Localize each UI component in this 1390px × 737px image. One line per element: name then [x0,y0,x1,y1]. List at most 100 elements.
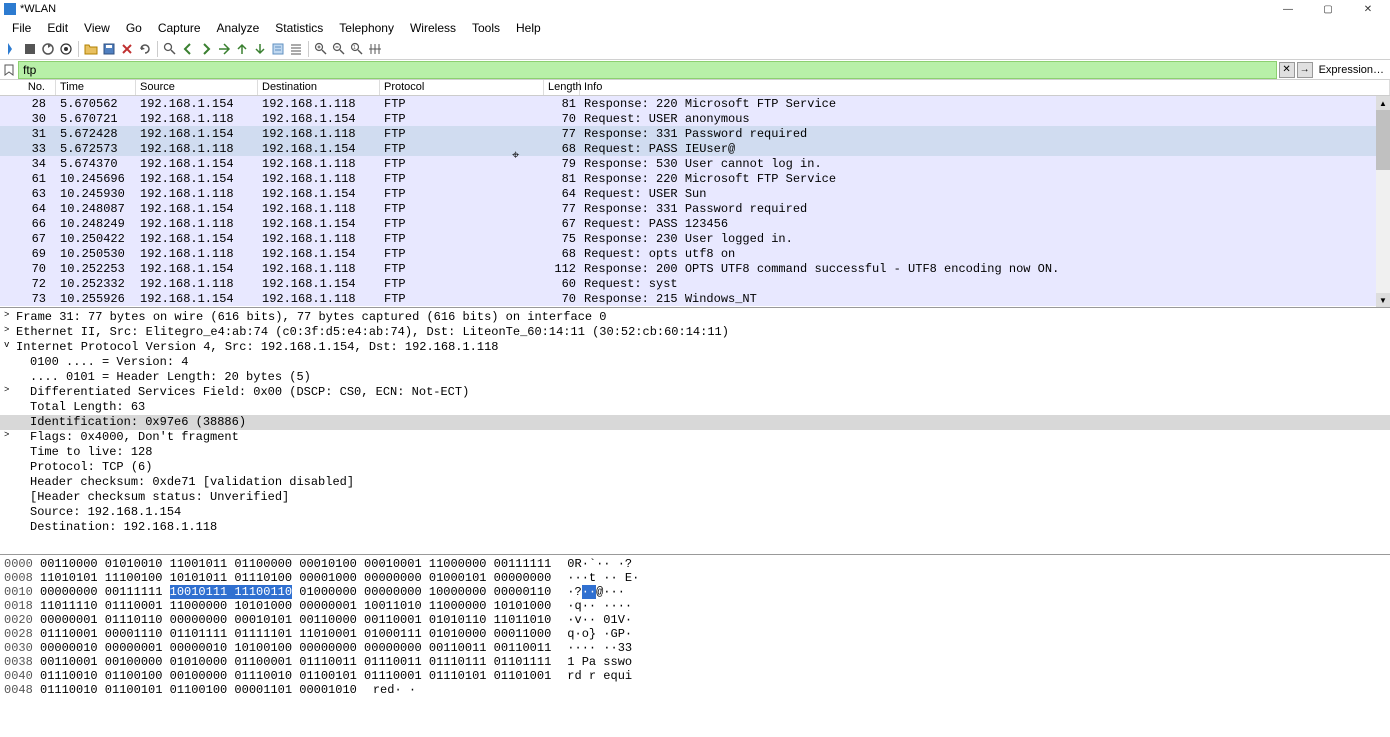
packet-bytes-pane[interactable]: 000000110000 01010010 11001011 01100000 … [0,555,1390,737]
scroll-down-icon[interactable]: ▼ [1376,293,1390,307]
col-header-destination[interactable]: Destination [258,80,380,95]
hex-row[interactable]: 000000110000 01010010 11001011 01100000 … [4,557,1386,571]
menu-wireless[interactable]: Wireless [402,19,464,37]
detail-line[interactable]: Header checksum: 0xde71 [validation disa… [0,475,1390,490]
detail-line[interactable]: Time to live: 128 [0,445,1390,460]
hex-row[interactable]: 003800110001 00100000 01010000 01100001 … [4,655,1386,669]
autoscroll-icon[interactable] [270,41,286,57]
scroll-track[interactable] [1376,170,1390,293]
tree-expander-icon[interactable]: > [4,310,9,320]
stop-capture-icon[interactable] [22,41,38,57]
packet-row[interactable]: 7010.252253192.168.1.154192.168.1.118FTP… [0,261,1390,276]
zoom-out-icon[interactable] [331,41,347,57]
menu-view[interactable]: View [76,19,118,37]
menu-edit[interactable]: Edit [39,19,76,37]
detail-line[interactable]: >Flags: 0x4000, Don't fragment [0,430,1390,445]
detail-line[interactable]: 0100 .... = Version: 4 [0,355,1390,370]
restart-capture-icon[interactable] [40,41,56,57]
packet-row[interactable]: 305.670721192.168.1.118192.168.1.154FTP7… [0,111,1390,126]
detail-line[interactable]: >Frame 31: 77 bytes on wire (616 bits), … [0,310,1390,325]
tree-expander-icon[interactable]: > [4,385,9,395]
col-header-source[interactable]: Source [136,80,258,95]
clear-filter-button[interactable]: ✕ [1279,62,1295,78]
packet-cell-dst: 192.168.1.118 [258,97,380,111]
display-filter-input[interactable] [18,61,1277,79]
menu-analyze[interactable]: Analyze [209,19,268,37]
packet-row[interactable]: 7310.255926192.168.1.154192.168.1.118FTP… [0,291,1390,306]
save-file-icon[interactable] [101,41,117,57]
tree-expander-icon[interactable]: > [4,430,9,440]
packet-row[interactable]: 6910.250530192.168.1.118192.168.1.154FTP… [0,246,1390,261]
menu-tools[interactable]: Tools [464,19,508,37]
col-header-length[interactable]: Length [544,80,580,95]
menu-go[interactable]: Go [118,19,150,37]
hex-row[interactable]: 004801110010 01100101 01100100 00001101 … [4,683,1386,697]
resize-columns-icon[interactable] [367,41,383,57]
detail-line[interactable]: vInternet Protocol Version 4, Src: 192.1… [0,340,1390,355]
col-header-time[interactable]: Time [56,80,136,95]
packet-row[interactable]: 6110.245696192.168.1.154192.168.1.118FTP… [0,171,1390,186]
hex-row[interactable]: 002000000001 01110110 00000000 00010101 … [4,613,1386,627]
separator [78,41,79,57]
detail-line[interactable]: .... 0101 = Header Length: 20 bytes (5) [0,370,1390,385]
reload-icon[interactable] [137,41,153,57]
maximize-button[interactable]: ▢ [1310,2,1346,16]
find-icon[interactable] [162,41,178,57]
packet-row[interactable]: 285.670562192.168.1.154192.168.1.118FTP8… [0,96,1390,111]
packet-list-scrollbar[interactable]: ▲ ▼ [1376,96,1390,307]
col-header-protocol[interactable]: Protocol [380,80,544,95]
hex-row[interactable]: 001811011110 01110001 11000000 10101000 … [4,599,1386,613]
packet-details-pane[interactable]: >Frame 31: 77 bytes on wire (616 bits), … [0,308,1390,555]
col-header-no[interactable]: No. [0,80,56,95]
close-button[interactable]: ✕ [1350,2,1386,16]
hex-row[interactable]: 004001110010 01100100 00100000 01110010 … [4,669,1386,683]
menu-help[interactable]: Help [508,19,549,37]
bookmark-icon[interactable] [2,63,16,77]
scroll-up-icon[interactable]: ▲ [1376,96,1390,110]
detail-line[interactable]: Destination: 192.168.1.118 [0,520,1390,535]
packet-row[interactable]: 335.672573192.168.1.118192.168.1.154FTP6… [0,141,1390,156]
expression-button[interactable]: Expression… [1313,64,1390,76]
go-first-icon[interactable] [234,41,250,57]
detail-line[interactable]: [Header checksum status: Unverified] [0,490,1390,505]
detail-line[interactable]: Identification: 0x97e6 (38886) [0,415,1390,430]
tree-expander-icon[interactable]: > [4,325,9,335]
hex-row[interactable]: 000811010101 11100100 10101011 01110100 … [4,571,1386,585]
go-to-icon[interactable] [216,41,232,57]
tree-expander-icon[interactable]: v [4,340,9,350]
col-header-info[interactable]: Info [580,80,1390,95]
packet-row[interactable]: 6310.245930192.168.1.118192.168.1.154FTP… [0,186,1390,201]
detail-line[interactable]: Total Length: 63 [0,400,1390,415]
packet-row[interactable]: 6410.248087192.168.1.154192.168.1.118FTP… [0,201,1390,216]
zoom-in-icon[interactable] [313,41,329,57]
options-icon[interactable] [58,41,74,57]
detail-line[interactable]: Protocol: TCP (6) [0,460,1390,475]
packet-row[interactable]: 7210.252332192.168.1.118192.168.1.154FTP… [0,276,1390,291]
minimize-button[interactable]: — [1270,2,1306,16]
scroll-thumb[interactable] [1376,110,1390,170]
go-forward-icon[interactable] [198,41,214,57]
packet-row[interactable]: 6710.250422192.168.1.154192.168.1.118FTP… [0,231,1390,246]
detail-line[interactable]: >Differentiated Services Field: 0x00 (DS… [0,385,1390,400]
hex-row[interactable]: 002801110001 00001110 01101111 01111101 … [4,627,1386,641]
hex-row[interactable]: 001000000000 00111111 10010111 11100110 … [4,585,1386,599]
menu-capture[interactable]: Capture [150,19,209,37]
detail-line[interactable]: >Ethernet II, Src: Elitegro_e4:ab:74 (c0… [0,325,1390,340]
close-file-icon[interactable] [119,41,135,57]
go-back-icon[interactable] [180,41,196,57]
hex-row[interactable]: 003000000010 00000001 00000010 10100100 … [4,641,1386,655]
menu-telephony[interactable]: Telephony [331,19,402,37]
detail-line[interactable]: Source: 192.168.1.154 [0,505,1390,520]
packet-row[interactable]: 315.672428192.168.1.154192.168.1.118FTP7… [0,126,1390,141]
colorize-icon[interactable] [288,41,304,57]
zoom-reset-icon[interactable]: 1 [349,41,365,57]
open-file-icon[interactable] [83,41,99,57]
start-capture-icon[interactable] [4,41,20,57]
packet-row[interactable]: 345.674370192.168.1.154192.168.1.118FTP7… [0,156,1390,171]
go-last-icon[interactable] [252,41,268,57]
apply-filter-button[interactable]: → [1297,62,1313,78]
packet-list-body[interactable]: 285.670562192.168.1.154192.168.1.118FTP8… [0,96,1390,306]
menu-statistics[interactable]: Statistics [267,19,331,37]
menu-file[interactable]: File [4,19,39,37]
packet-row[interactable]: 6610.248249192.168.1.118192.168.1.154FTP… [0,216,1390,231]
